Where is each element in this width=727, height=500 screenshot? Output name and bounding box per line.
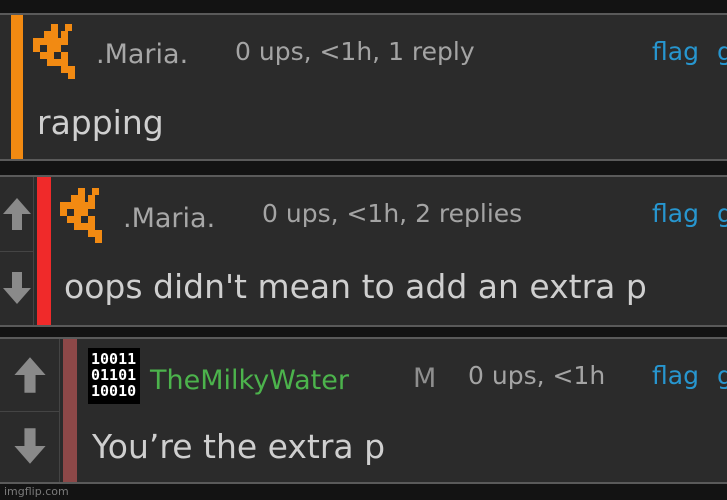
comment-depth-stripe bbox=[63, 339, 77, 482]
vote-column bbox=[0, 339, 60, 482]
arrow-up-icon bbox=[13, 356, 46, 393]
downvote-button[interactable] bbox=[0, 410, 60, 482]
arrow-up-icon bbox=[2, 198, 31, 230]
flag-link[interactable]: flag bbox=[652, 199, 699, 228]
comment-meta: 0 ups, <1h, 1 reply bbox=[235, 37, 475, 66]
comment-text: oops didn't mean to add an extra p bbox=[64, 267, 647, 306]
comment-text: You’re the extra p bbox=[92, 427, 386, 466]
comment-2: .Maria. 0 ups, <1h, 2 replies flag g oop… bbox=[0, 175, 727, 327]
vote-column bbox=[0, 177, 34, 325]
pixel-avatar-icon[interactable] bbox=[60, 188, 102, 243]
pixel-avatar-icon[interactable] bbox=[33, 24, 75, 79]
binary-avatar-icon[interactable]: 10011 01101 10010 bbox=[88, 348, 140, 404]
flag-link-suffix[interactable]: g bbox=[717, 199, 727, 228]
avatar-row: 10011 bbox=[91, 350, 137, 368]
comment-text: rapping bbox=[37, 103, 164, 142]
watermark: imgflip.com bbox=[4, 485, 69, 498]
comment-username[interactable]: TheMilkyWater bbox=[150, 365, 349, 396]
flag-link[interactable]: flag bbox=[652, 361, 699, 390]
comment-meta: 0 ups, <1h, 2 replies bbox=[262, 199, 523, 228]
flag-link-suffix[interactable]: g bbox=[717, 37, 727, 66]
flag-link-suffix[interactable]: g bbox=[717, 361, 727, 390]
comment-3: 10011 01101 10010 TheMilkyWater M 0 ups,… bbox=[0, 337, 727, 484]
upvote-button[interactable] bbox=[0, 339, 60, 412]
comment-depth-stripe bbox=[11, 15, 23, 159]
downvote-button[interactable] bbox=[0, 251, 34, 325]
avatar-row: 01101 bbox=[91, 366, 137, 384]
comment-meta: 0 ups, <1h bbox=[468, 361, 606, 390]
comment-1: .Maria. 0 ups, <1h, 1 reply flag g rappi… bbox=[0, 13, 727, 161]
comment-depth-stripe bbox=[37, 177, 51, 325]
mod-badge: M bbox=[413, 363, 437, 394]
upvote-button[interactable] bbox=[0, 177, 34, 252]
arrow-down-icon bbox=[13, 428, 46, 465]
flag-link[interactable]: flag bbox=[652, 37, 699, 66]
avatar-row: 10010 bbox=[91, 382, 137, 400]
comment-username[interactable]: .Maria. bbox=[123, 203, 215, 234]
arrow-down-icon bbox=[2, 272, 31, 304]
comment-username[interactable]: .Maria. bbox=[96, 39, 188, 70]
